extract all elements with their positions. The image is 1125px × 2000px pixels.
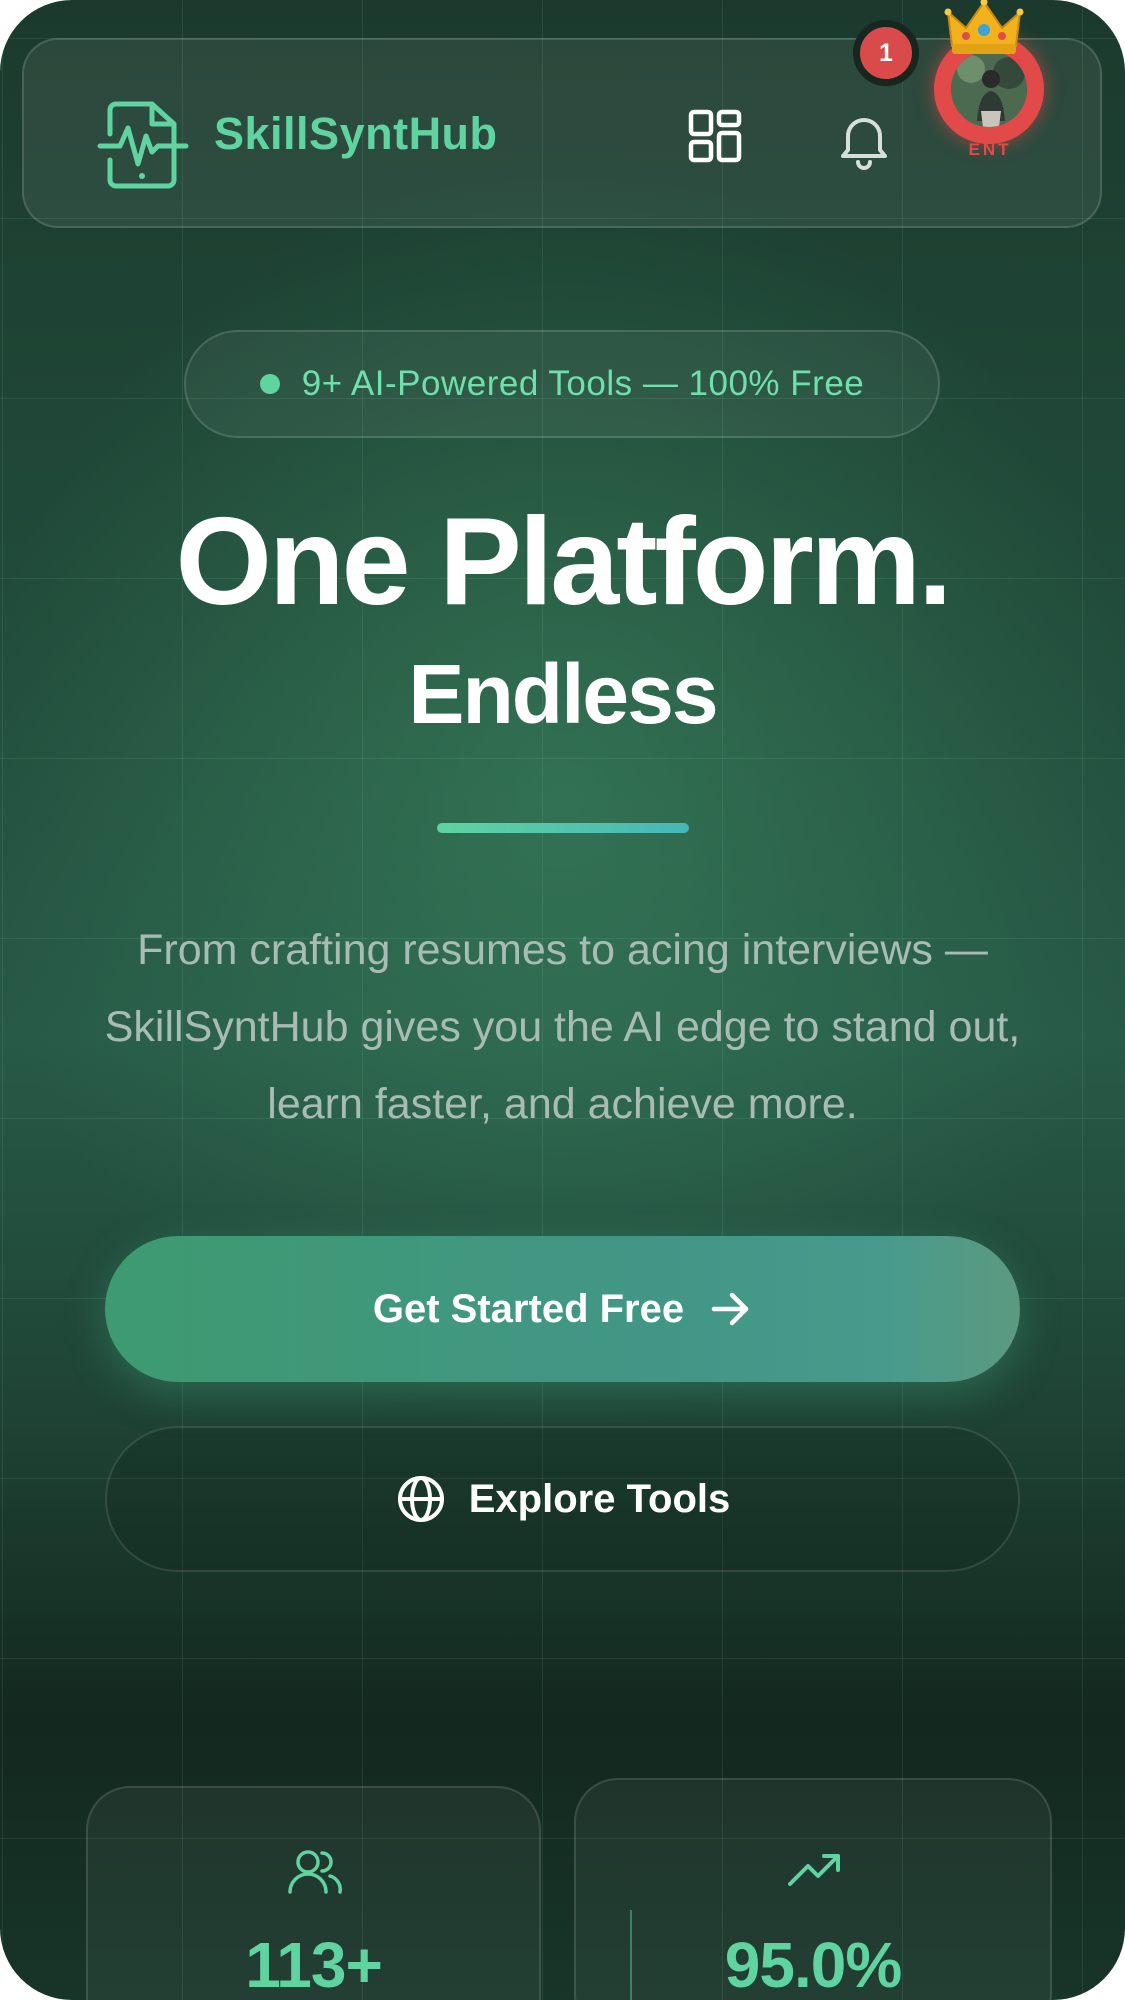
user-tier-badge: ENT xyxy=(968,140,1012,159)
avatar-photo xyxy=(951,51,1027,127)
stat-card-users: 113+ xyxy=(86,1786,541,2000)
hero-title: One Platform. xyxy=(175,493,952,631)
trending-up-icon xyxy=(788,1854,840,1886)
hero-description: From crafting resumes to acing interview… xyxy=(104,926,1021,1128)
users-icon xyxy=(288,1850,342,1894)
notification-count-badge[interactable]: 1 xyxy=(853,20,919,86)
explore-tools-button[interactable]: Explore Tools xyxy=(105,1426,1020,1572)
get-started-label: Get Started Free xyxy=(372,1286,685,1331)
phone-pulse-icon[interactable] xyxy=(96,96,192,192)
stat-value-users: 113+ xyxy=(245,1929,383,2000)
avatar xyxy=(951,51,1027,127)
bell-icon[interactable] xyxy=(832,106,896,170)
globe-icon xyxy=(397,1476,444,1522)
crown-icon xyxy=(944,0,1024,54)
grid-icon[interactable] xyxy=(687,108,743,164)
get-started-button[interactable]: Get Started Free xyxy=(105,1236,1020,1382)
arrow-right-icon xyxy=(711,1292,749,1326)
status-dot-icon xyxy=(259,374,280,394)
brand-name[interactable]: SkillSyntHub xyxy=(214,108,498,160)
app-screen: SkillSyntHub 1 ENT 9+ AI-Powered Tools —… xyxy=(0,0,1125,2000)
hero-subtitle: Endless xyxy=(408,647,718,741)
stat-value-success-rate: 95.0% xyxy=(724,1929,902,2000)
accent-divider xyxy=(437,823,689,833)
tools-badge-text: 9+ AI-Powered Tools — 100% Free xyxy=(301,364,865,403)
explore-tools-label: Explore Tools xyxy=(468,1476,731,1521)
stat-card-success-rate: 95.0% xyxy=(574,1778,1052,2000)
tools-badge: 9+ AI-Powered Tools — 100% Free xyxy=(184,330,940,438)
